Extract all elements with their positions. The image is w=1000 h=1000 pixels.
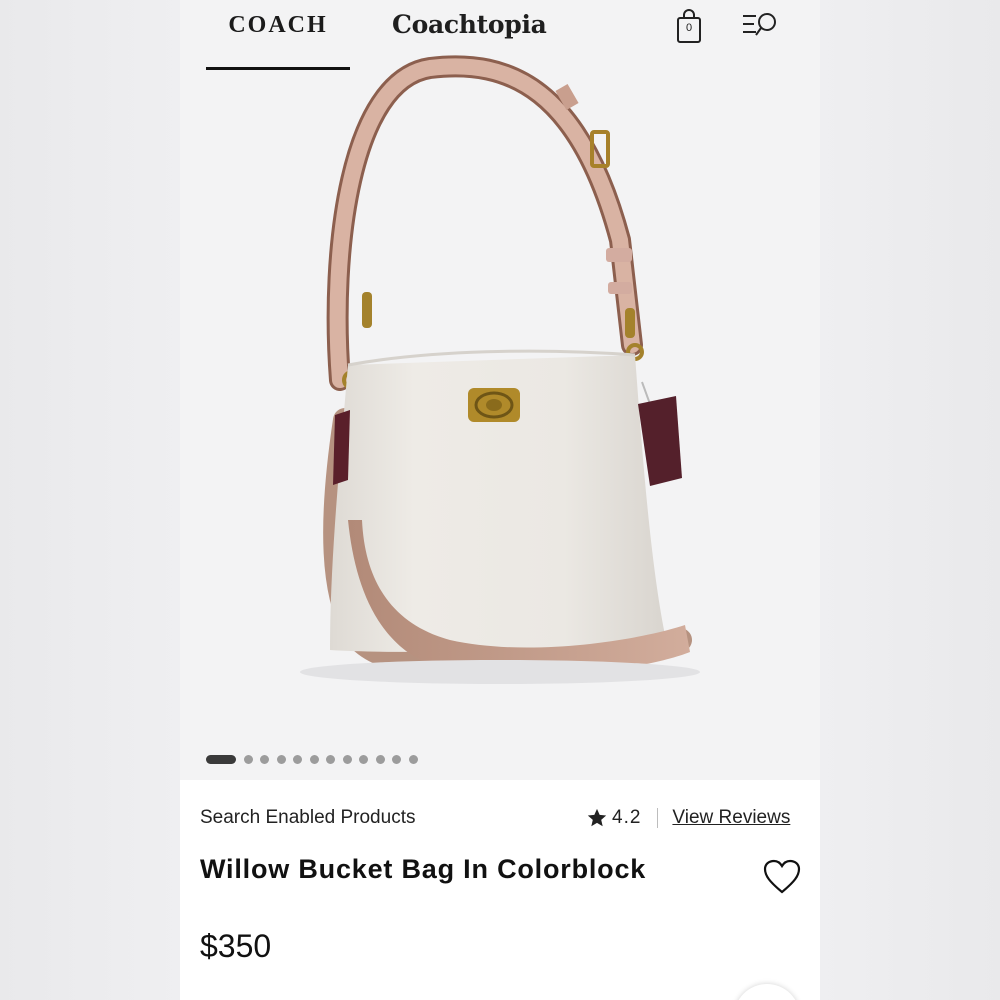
- wishlist-button[interactable]: [762, 858, 802, 896]
- category-label: Search Enabled Products: [200, 807, 416, 828]
- carousel-dot[interactable]: [392, 754, 401, 764]
- active-tab-underline: [206, 67, 350, 70]
- shopping-bag-button[interactable]: 0: [674, 8, 704, 44]
- carousel-dot[interactable]: [276, 754, 286, 764]
- carousel-dot[interactable]: [293, 754, 302, 764]
- carousel-dot[interactable]: [375, 754, 385, 764]
- carousel-dot[interactable]: [326, 754, 335, 764]
- left-backdrop: [0, 0, 180, 1000]
- product-info-card: Search Enabled Products 4.2 View Reviews…: [180, 780, 820, 1000]
- rating-row: 4.2 View Reviews: [586, 806, 790, 830]
- carousel-dot[interactable]: [260, 754, 269, 764]
- rating-value: 4.2: [612, 807, 642, 828]
- carousel-dot[interactable]: [359, 754, 368, 764]
- top-nav: COACH Coachtopia 0: [180, 0, 820, 78]
- star-icon: [587, 808, 607, 827]
- product-title: Willow Bucket Bag In Colorblock: [200, 854, 647, 884]
- bag-count: 0: [685, 22, 693, 34]
- tab-coach[interactable]: COACH: [206, 12, 350, 70]
- image-carousel-dots: [206, 753, 425, 765]
- carousel-dot-active[interactable]: [206, 754, 236, 764]
- right-backdrop: [820, 0, 1000, 1000]
- product-image[interactable]: [180, 40, 820, 780]
- tab-coachtopia-label: Coachtopia: [392, 10, 547, 39]
- floating-action-button[interactable]: [734, 984, 800, 1000]
- carousel-dot[interactable]: [309, 754, 319, 764]
- tab-coach-label: COACH: [228, 12, 328, 38]
- heart-icon: [763, 859, 801, 894]
- mobile-screen: COACH Coachtopia 0 Search Enabled Produc…: [180, 0, 820, 1000]
- view-reviews-link[interactable]: View Reviews: [672, 807, 790, 829]
- carousel-dot[interactable]: [342, 754, 352, 764]
- tab-coachtopia[interactable]: Coachtopia: [392, 10, 552, 50]
- menu-search-button[interactable]: [740, 10, 784, 42]
- rating-divider: [657, 808, 659, 828]
- menu-search-icon: [743, 13, 776, 36]
- carousel-dot[interactable]: [408, 754, 418, 764]
- product-price: $350: [200, 928, 272, 964]
- carousel-dot[interactable]: [243, 754, 253, 764]
